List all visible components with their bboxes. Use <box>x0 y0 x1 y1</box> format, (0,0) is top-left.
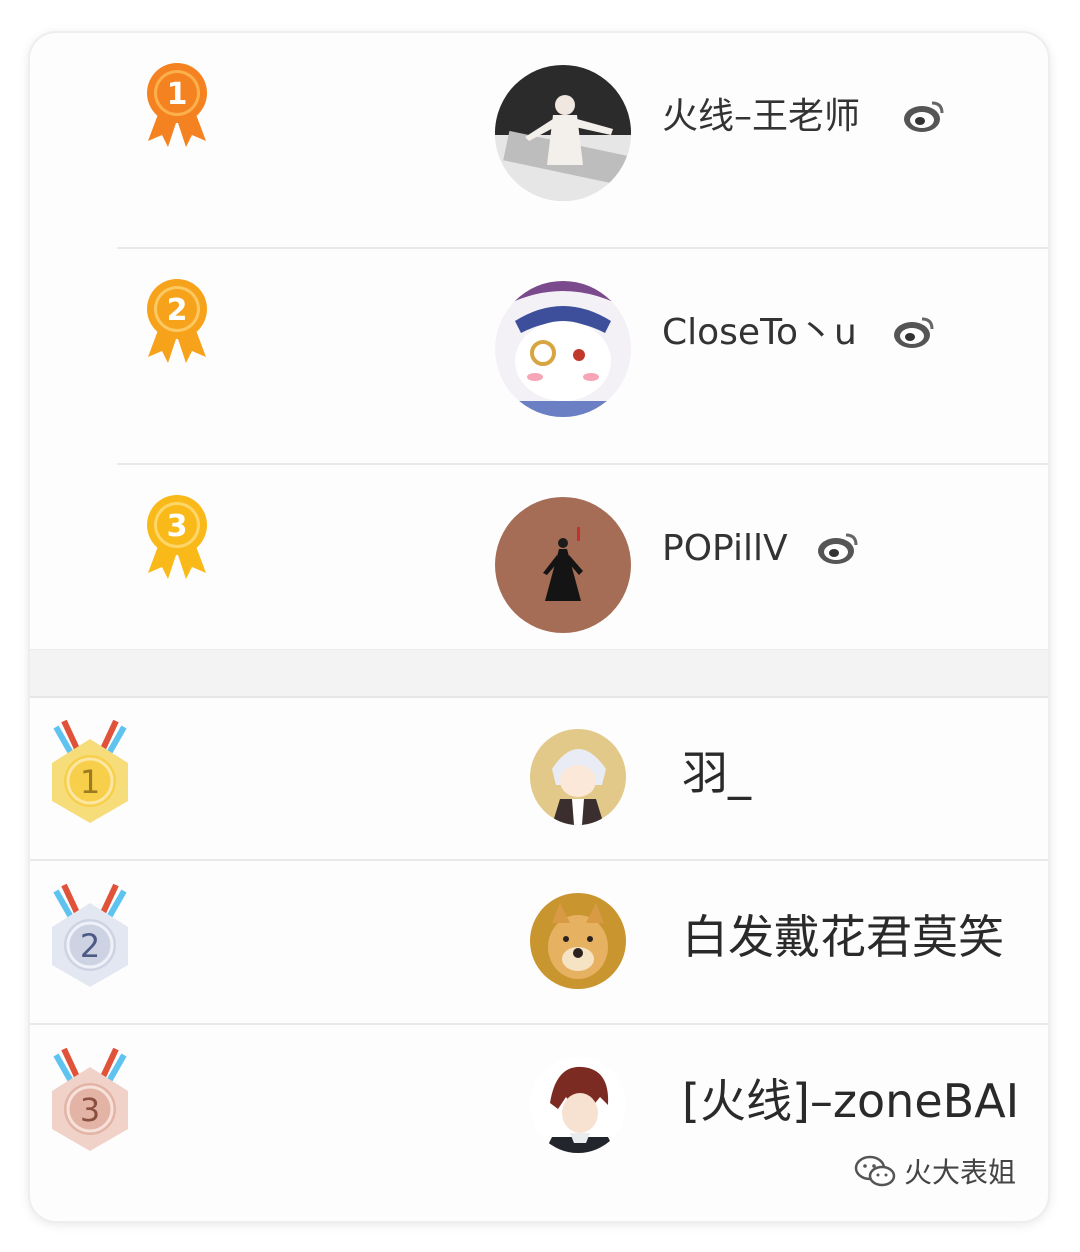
rank-3-rosette-icon: 3 <box>147 495 207 579</box>
bottom-rank-row-1[interactable]: 1 羽_ <box>30 697 1048 861</box>
bronze-medal-icon: 3 <box>52 1047 128 1151</box>
weibo-icon[interactable] <box>892 315 936 349</box>
section-separator <box>30 649 1048 698</box>
gold-medal-icon: 1 <box>52 719 128 823</box>
rank-number: 1 <box>80 763 100 801</box>
avatar[interactable] <box>530 893 626 989</box>
watermark-text: 火大表姐 <box>903 1156 1016 1189</box>
rank-number: 3 <box>80 1091 100 1129</box>
silver-medal-icon: 2 <box>52 883 128 987</box>
avatar[interactable] <box>495 281 631 417</box>
wechat-icon <box>854 1155 896 1187</box>
user-name[interactable]: POPillV <box>662 527 788 571</box>
weibo-icon[interactable] <box>816 531 860 565</box>
avatar[interactable] <box>495 65 631 201</box>
watermark: 火大表姐 <box>854 1151 1016 1191</box>
rank-number: 1 <box>167 77 188 112</box>
rank-number: 2 <box>167 293 188 328</box>
rank-1-rosette-icon: 1 <box>147 63 207 147</box>
rank-number: 2 <box>80 927 100 965</box>
user-name[interactable]: CloseTo丶u <box>662 311 857 355</box>
user-name[interactable]: 羽_ <box>682 745 751 801</box>
user-name[interactable]: 白发戴花君莫笑 <box>682 909 1004 965</box>
top-rank-row-1[interactable]: 1 火线–王老师 <box>30 33 1048 249</box>
user-name[interactable]: 火线–王老师 <box>662 95 860 139</box>
user-name[interactable]: [火线]–zoneBAI <box>682 1073 1019 1129</box>
avatar[interactable] <box>530 1057 626 1153</box>
ranking-card: 1 火线–王老师 2 CloseTo丶u 3 POPillV 1 羽_ 2 白发… <box>30 33 1048 1221</box>
top-rank-row-2[interactable]: 2 CloseTo丶u <box>30 249 1048 465</box>
rank-2-rosette-icon: 2 <box>147 279 207 363</box>
avatar[interactable] <box>495 497 631 633</box>
weibo-icon[interactable] <box>902 99 946 133</box>
bottom-rank-row-2[interactable]: 2 白发戴花君莫笑 <box>30 861 1048 1025</box>
avatar[interactable] <box>530 729 626 825</box>
rank-number: 3 <box>167 509 188 544</box>
